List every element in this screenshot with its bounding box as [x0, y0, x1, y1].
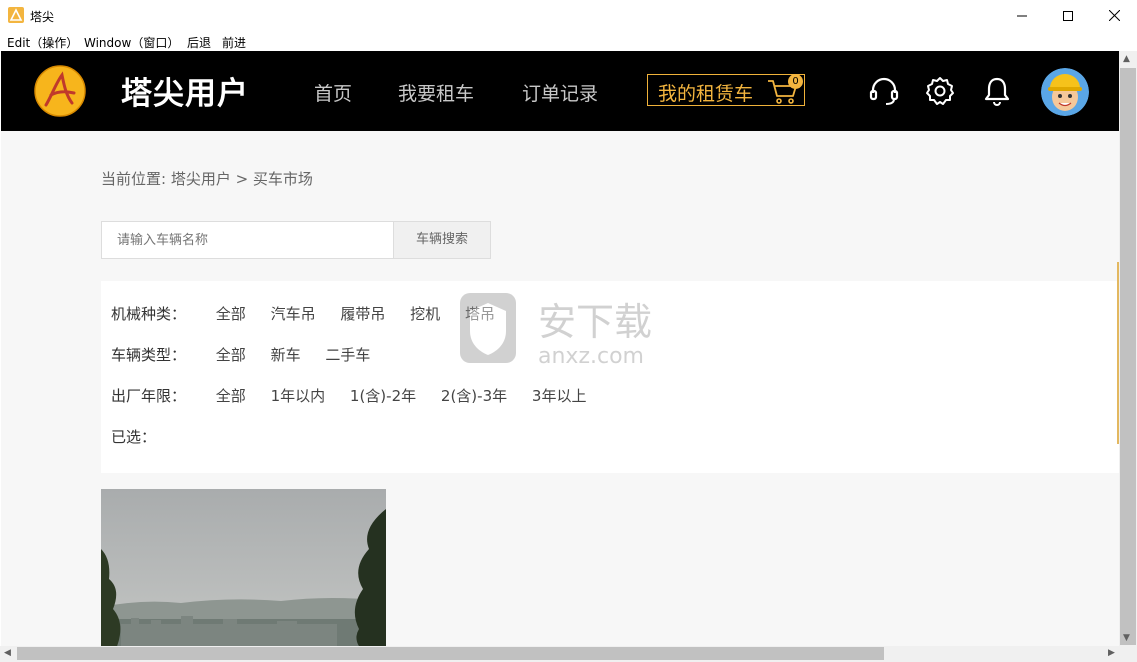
logo-icon[interactable] — [34, 65, 86, 117]
my-rental-button[interactable]: 我的租赁车 0 — [647, 74, 805, 106]
minimize-icon — [1017, 15, 1027, 16]
app-icon — [8, 7, 24, 23]
vehicle-option-new[interactable]: 新车 — [271, 344, 301, 365]
menu-edit[interactable]: Edit（操作） — [7, 34, 78, 51]
scroll-right-icon[interactable]: ▶ — [1108, 648, 1115, 658]
brand-title: 塔尖用户 — [121, 76, 249, 112]
vertical-scroll-thumb[interactable] — [1120, 68, 1136, 645]
maximize-icon — [1063, 10, 1073, 21]
machine-option-crawler-crane[interactable]: 履带吊 — [340, 303, 385, 324]
nav-rent-car[interactable]: 我要租车 — [398, 79, 474, 106]
age-option-1-2[interactable]: 1(含)-2年 — [350, 385, 416, 406]
machine-option-truck-crane[interactable]: 汽车吊 — [271, 303, 316, 324]
age-option-2-3[interactable]: 2(含)-3年 — [441, 385, 507, 406]
vehicle-search-input[interactable] — [101, 221, 394, 259]
headset-icon[interactable] — [868, 75, 900, 107]
app-header: 塔尖用户 首页 我要租车 订单记录 我的租赁车 0 — [1, 51, 1119, 131]
maximize-button[interactable] — [1045, 0, 1091, 31]
close-button[interactable] — [1091, 0, 1137, 31]
menu-window[interactable]: Window（窗口） — [84, 34, 179, 51]
scroll-up-icon[interactable]: ▲ — [1123, 54, 1130, 64]
filter-age-label: 出厂年限： — [111, 387, 187, 405]
cart-count-badge: 0 — [788, 74, 803, 89]
machine-option-excavator[interactable]: 挖机 — [410, 303, 440, 324]
menu-bar: Edit（操作） Window（窗口） 后退 前进 — [0, 31, 1137, 51]
menu-back[interactable]: 后退 — [187, 34, 211, 51]
watermark-subtext: anxz.com — [538, 344, 644, 369]
watermark-text: 安下载 — [538, 300, 652, 344]
horizontal-scroll-thumb[interactable] — [17, 647, 884, 660]
vehicle-search-button[interactable]: 车辆搜索 — [393, 221, 491, 259]
filter-factory-age: 出厂年限： 全部 1年以内 1(含)-2年 2(含)-3年 3年以上 — [111, 385, 606, 406]
filter-vehicle-label: 车辆类型： — [111, 346, 187, 364]
vehicle-option-all[interactable]: 全部 — [216, 344, 246, 365]
filter-machine-type: 机械种类： 全部 汽车吊 履带吊 挖机 塔吊 — [111, 303, 515, 324]
bell-icon[interactable] — [981, 75, 1013, 107]
minimize-button[interactable] — [999, 0, 1045, 31]
vehicle-photo[interactable] — [101, 489, 386, 646]
window-titlebar: 塔尖 — [0, 0, 1137, 31]
machine-option-all[interactable]: 全部 — [216, 303, 246, 324]
age-option-all[interactable]: 全部 — [216, 385, 246, 406]
main-content: 当前位置: 塔尖用户 > 买车市场 车辆搜索 机械种类： 全部 汽车吊 履带吊 … — [1, 131, 1119, 646]
scroll-left-icon[interactable]: ◀ — [4, 648, 11, 658]
settings-gear-icon[interactable] — [924, 75, 956, 107]
filter-selected-label: 已选： — [111, 428, 157, 446]
watermark-logo: 安下载 anxz.com — [460, 293, 652, 369]
close-icon — [1108, 10, 1120, 21]
user-avatar[interactable] — [1041, 68, 1089, 116]
nav-home[interactable]: 首页 — [314, 79, 352, 106]
vehicle-option-used[interactable]: 二手车 — [325, 344, 370, 365]
window-title: 塔尖 — [30, 10, 55, 24]
age-option-under-1[interactable]: 1年以内 — [271, 385, 326, 406]
filter-machine-label: 机械种类： — [111, 305, 187, 323]
menu-forward[interactable]: 前进 — [222, 34, 246, 51]
filter-selected: 已选： — [111, 426, 211, 447]
my-rental-label: 我的租赁车 — [658, 83, 754, 105]
nav-order-history[interactable]: 订单记录 — [522, 79, 598, 106]
scroll-down-icon[interactable]: ▼ — [1123, 633, 1130, 643]
age-option-over-3[interactable]: 3年以上 — [532, 385, 587, 406]
filter-vehicle-type: 车辆类型： 全部 新车 二手车 — [111, 344, 390, 365]
breadcrumb: 当前位置: 塔尖用户 > 买车市场 — [101, 170, 313, 188]
